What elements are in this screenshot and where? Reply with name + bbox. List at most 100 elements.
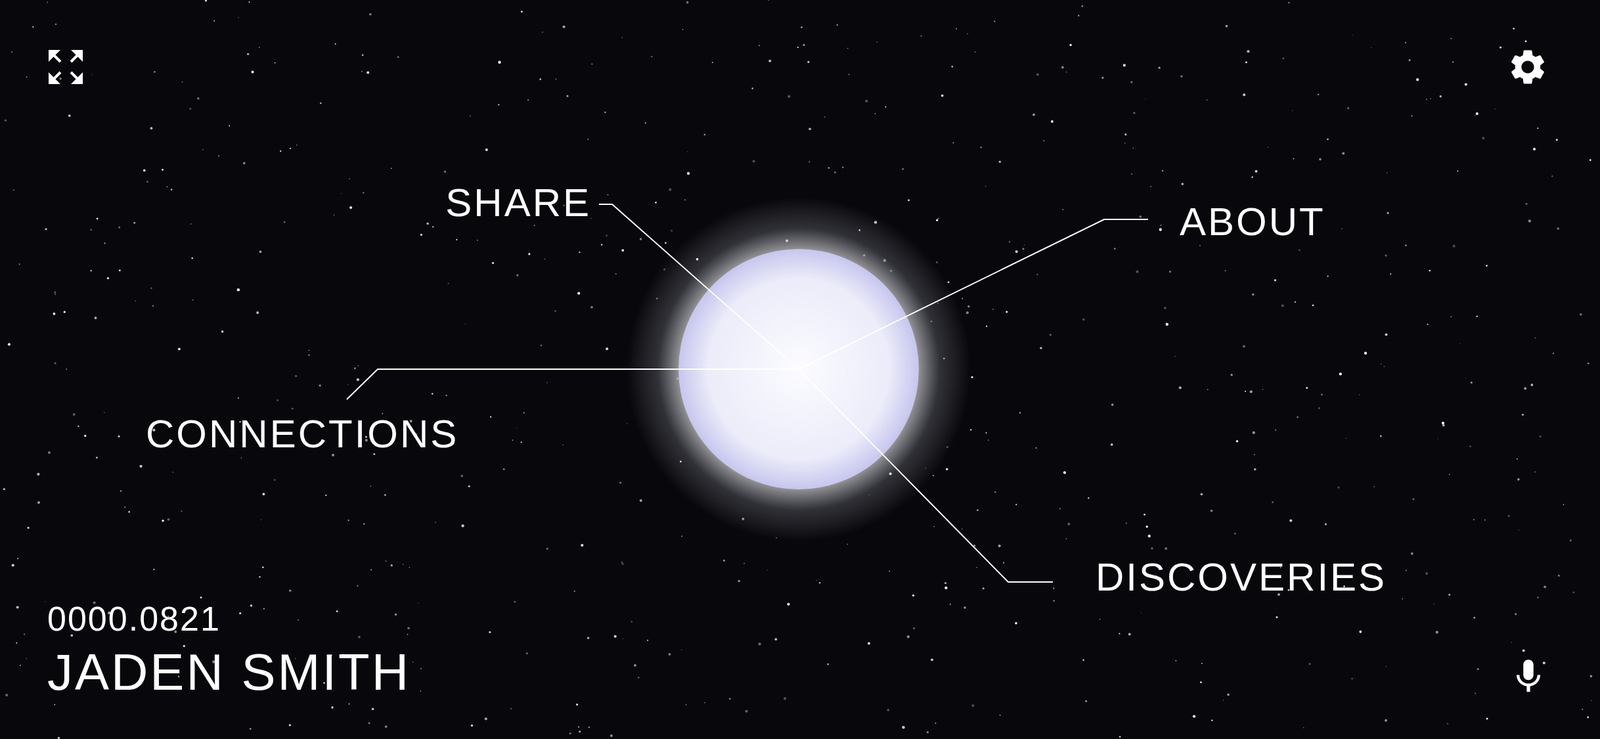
star xyxy=(13,189,15,192)
star xyxy=(1435,630,1439,634)
star xyxy=(1485,264,1488,267)
star xyxy=(815,579,817,581)
star xyxy=(246,53,249,56)
star xyxy=(340,193,342,194)
star xyxy=(1293,158,1295,160)
star xyxy=(591,63,593,65)
star xyxy=(384,493,387,496)
star xyxy=(1246,49,1250,53)
star xyxy=(961,298,963,300)
star xyxy=(1159,227,1162,231)
star xyxy=(258,576,261,578)
star xyxy=(57,736,60,739)
star xyxy=(723,559,726,562)
star xyxy=(1144,98,1146,100)
star xyxy=(1512,27,1515,30)
star xyxy=(1291,110,1293,112)
star xyxy=(766,569,768,571)
star xyxy=(743,562,745,564)
star xyxy=(356,585,358,587)
star xyxy=(826,663,829,666)
star xyxy=(262,492,266,496)
star xyxy=(808,160,810,163)
star xyxy=(53,312,56,316)
star xyxy=(681,649,682,651)
star xyxy=(1296,416,1299,419)
star xyxy=(434,521,437,523)
star xyxy=(368,722,371,725)
star xyxy=(1534,336,1536,339)
star xyxy=(260,519,262,521)
star xyxy=(96,217,99,220)
star xyxy=(291,407,294,410)
star xyxy=(89,228,92,231)
star xyxy=(497,103,500,106)
star xyxy=(1389,273,1392,275)
star xyxy=(1351,677,1354,680)
menu-label[interactable]: CONNECTIONS xyxy=(145,411,459,457)
star xyxy=(1199,244,1201,247)
star xyxy=(1123,63,1126,67)
star xyxy=(460,474,464,478)
star xyxy=(901,725,905,729)
star xyxy=(149,126,153,130)
star xyxy=(512,439,514,441)
star xyxy=(1384,719,1388,722)
star xyxy=(1522,648,1526,652)
star xyxy=(1039,346,1042,349)
star xyxy=(384,560,387,562)
star xyxy=(516,427,517,429)
star xyxy=(737,579,741,583)
gear-icon[interactable] xyxy=(1506,45,1549,89)
star xyxy=(566,95,569,98)
star xyxy=(539,78,542,81)
star xyxy=(357,635,361,639)
star xyxy=(1475,112,1479,115)
fullscreen-icon[interactable] xyxy=(47,48,85,86)
star xyxy=(1236,440,1239,443)
star xyxy=(1536,596,1539,598)
star xyxy=(1450,315,1452,318)
star xyxy=(54,361,57,364)
star xyxy=(420,690,422,691)
star xyxy=(1019,411,1021,414)
star xyxy=(1082,318,1085,321)
menu-label[interactable]: ABOUT xyxy=(1179,199,1326,245)
star xyxy=(370,568,372,571)
menu-label[interactable]: SHARE xyxy=(445,179,592,226)
star xyxy=(687,151,689,153)
star xyxy=(670,229,673,232)
star xyxy=(1465,377,1467,379)
star xyxy=(1589,158,1592,161)
star xyxy=(1211,719,1213,722)
menu-label[interactable]: DISCOVERIES xyxy=(1095,554,1387,600)
star xyxy=(528,252,531,255)
star xyxy=(1523,386,1527,390)
star xyxy=(356,378,360,381)
star xyxy=(1036,273,1038,276)
star xyxy=(619,482,622,485)
star xyxy=(1552,352,1555,355)
star xyxy=(1069,44,1072,46)
star xyxy=(308,354,311,356)
microphone-icon[interactable] xyxy=(1508,656,1549,697)
star xyxy=(1305,386,1308,389)
star xyxy=(787,95,791,98)
star xyxy=(711,61,714,64)
star xyxy=(469,114,471,117)
star xyxy=(1373,486,1375,487)
star xyxy=(318,384,321,387)
star xyxy=(1294,300,1297,303)
star xyxy=(133,222,136,224)
star xyxy=(555,78,557,81)
star xyxy=(884,106,887,108)
star xyxy=(847,543,849,546)
star xyxy=(161,168,164,171)
star xyxy=(288,723,291,726)
star xyxy=(1192,714,1196,718)
star xyxy=(1514,612,1517,615)
star xyxy=(161,519,165,523)
star xyxy=(1429,97,1432,100)
star xyxy=(249,727,252,730)
star xyxy=(347,519,349,521)
